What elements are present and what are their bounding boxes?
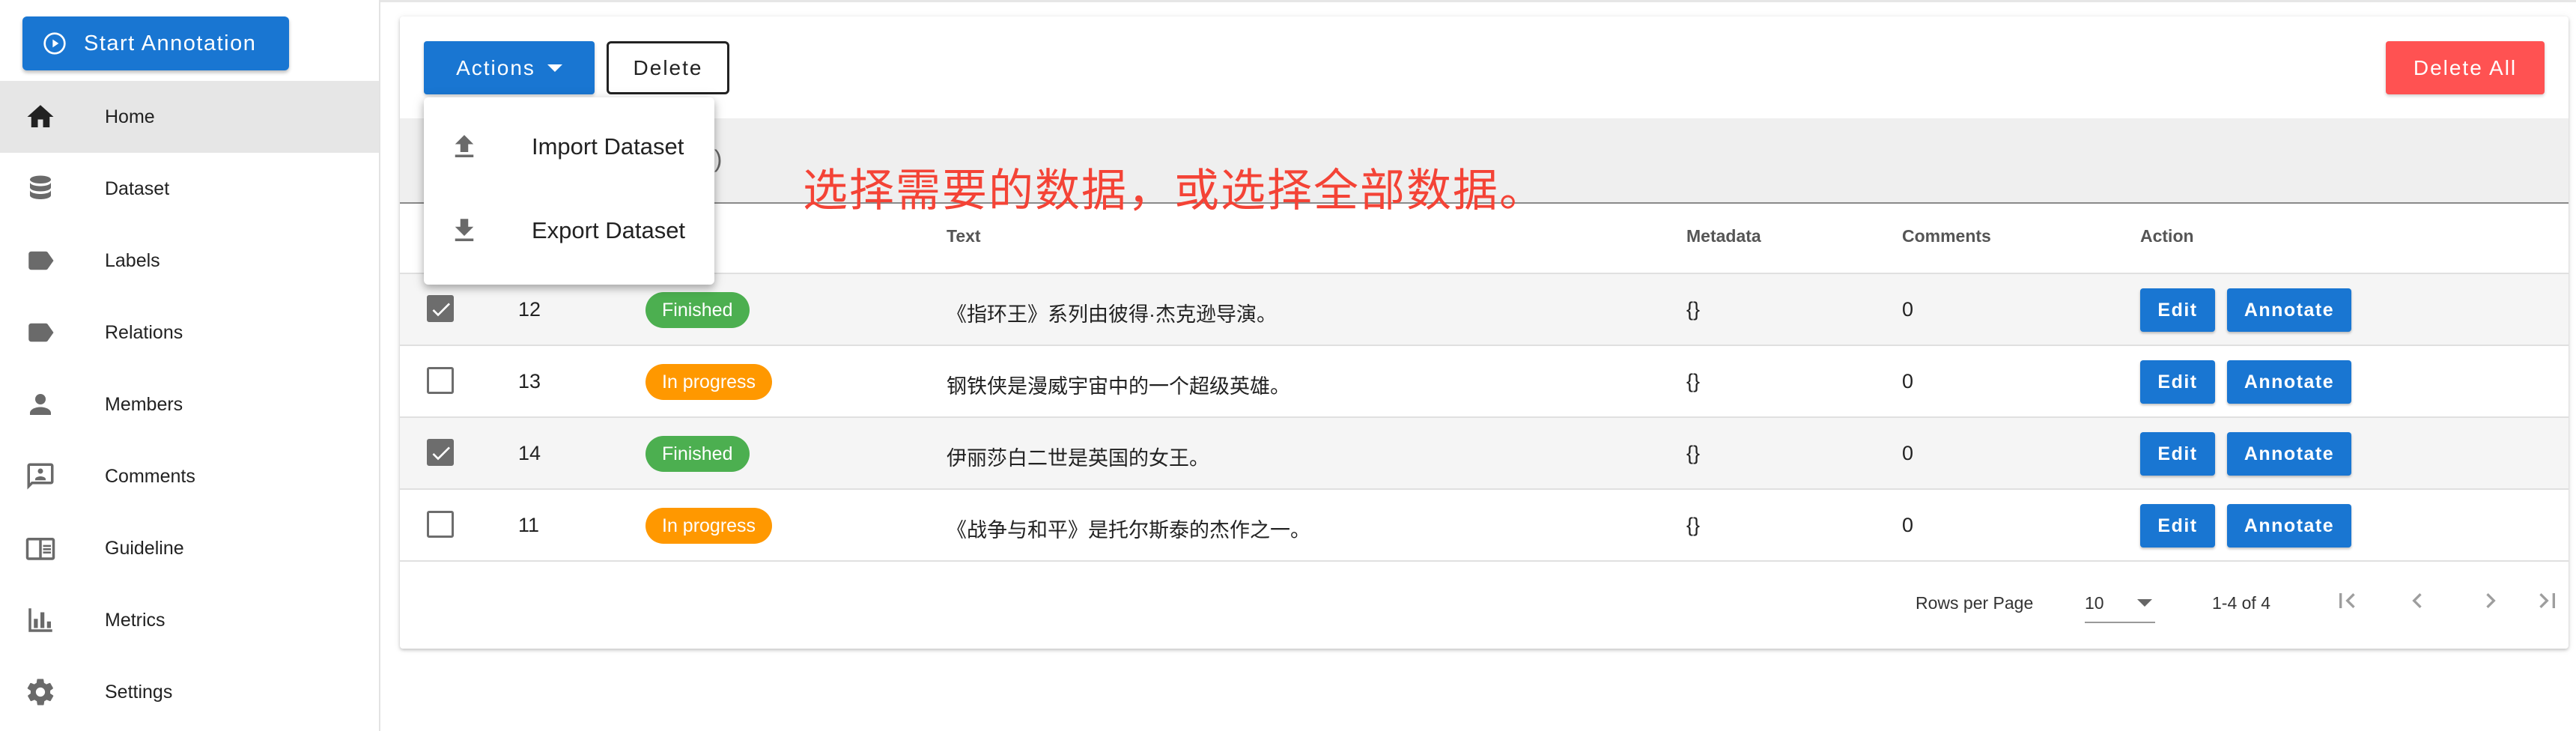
rows-per-page-value: 10 <box>2085 593 2104 613</box>
table-header: Text Metadata Comments Action <box>400 204 2569 274</box>
import-dataset-item[interactable]: Import Dataset <box>424 105 714 189</box>
book-icon <box>24 532 57 565</box>
sidebar-item-guideline[interactable]: Guideline <box>0 512 379 584</box>
row-id: 14 <box>518 442 541 464</box>
status-badge: Finished <box>645 436 750 472</box>
download-icon <box>448 214 481 247</box>
table-row[interactable]: 11 In progress 《战争与和平》是托尔斯泰的杰作之一。 {} 0 E… <box>400 490 2569 562</box>
previous-page-icon[interactable] <box>2401 584 2434 617</box>
annotate-button[interactable]: Annotate <box>2227 504 2351 548</box>
start-annotation-button[interactable]: Start Annotation <box>22 16 289 70</box>
sidebar: Start Annotation Home Dataset Labels Rel… <box>0 0 380 731</box>
row-comments: 0 <box>1902 442 1914 464</box>
sidebar-item-members[interactable]: Members <box>0 368 379 440</box>
row-comments: 0 <box>1902 370 1914 392</box>
sidebar-item-metrics[interactable]: Metrics <box>0 584 379 656</box>
sidebar-item-label: Guideline <box>105 537 184 559</box>
row-checkbox[interactable] <box>427 295 454 322</box>
row-id: 13 <box>518 370 541 392</box>
actions-button[interactable]: Actions <box>424 41 595 94</box>
actions-menu: Import Dataset Export Dataset <box>424 97 714 285</box>
edit-button[interactable]: Edit <box>2140 288 2215 332</box>
sidebar-item-comments[interactable]: Comments <box>0 440 379 512</box>
rows-per-page-select[interactable]: 10 <box>2085 584 2155 623</box>
table-row[interactable]: 13 In progress 钢铁侠是漫威宇宙中的一个超级英雄。 {} 0 Ed… <box>400 346 2569 418</box>
status-badge: Finished <box>645 292 750 328</box>
top-divider <box>0 0 2576 2</box>
person-icon <box>24 388 57 421</box>
row-text: 《指环王》系列由彼得·杰克逊导演。 <box>947 303 1277 326</box>
annotate-button[interactable]: Annotate <box>2227 288 2351 332</box>
edit-button[interactable]: Edit <box>2140 360 2215 404</box>
sidebar-item-label: Labels <box>105 249 160 271</box>
sidebar-item-label: Members <box>105 393 183 415</box>
first-page-icon[interactable] <box>2330 584 2363 617</box>
row-text: 伊丽莎白二世是英国的女王。 <box>947 447 1209 470</box>
sidebar-item-label: Dataset <box>105 178 170 199</box>
header-action: Action <box>2140 226 2194 246</box>
row-id: 12 <box>518 298 541 321</box>
bar-chart-icon <box>24 604 57 637</box>
caret-down-icon <box>2137 599 2152 607</box>
table-footer: Rows per Page 10 1-4 of 4 <box>400 562 2569 649</box>
sidebar-item-labels[interactable]: Labels <box>0 225 379 297</box>
row-checkbox[interactable] <box>427 511 454 538</box>
next-page-icon[interactable] <box>2474 584 2507 617</box>
sidebar-item-label: Comments <box>105 465 195 487</box>
import-dataset-label: Import Dataset <box>532 133 684 160</box>
sidebar-item-label: Metrics <box>105 609 165 631</box>
sidebar-item-label: Relations <box>105 321 183 343</box>
label-icon <box>24 244 57 277</box>
caret-down-icon <box>547 64 562 72</box>
delete-all-button[interactable]: Delete All <box>2386 41 2545 94</box>
status-badge: In progress <box>645 364 773 400</box>
row-metadata: {} <box>1686 370 1701 392</box>
sidebar-item-settings[interactable]: Settings <box>0 656 379 728</box>
last-page-icon[interactable] <box>2531 584 2564 617</box>
export-dataset-item[interactable]: Export Dataset <box>424 189 714 273</box>
gear-icon <box>24 676 57 709</box>
sidebar-item-label: Settings <box>105 681 173 703</box>
actions-label: Actions <box>456 55 535 79</box>
pagination-range: 1-4 of 4 <box>2212 593 2270 613</box>
header-comments[interactable]: Comments <box>1902 226 1991 246</box>
database-icon <box>24 172 57 205</box>
label-icon <box>24 316 57 349</box>
edit-button[interactable]: Edit <box>2140 504 2215 548</box>
annotate-button[interactable]: Annotate <box>2227 432 2351 476</box>
row-checkbox[interactable] <box>427 439 454 466</box>
edit-button[interactable]: Edit <box>2140 432 2215 476</box>
table-row[interactable]: 12 Finished 《指环王》系列由彼得·杰克逊导演。 {} 0 Edit … <box>400 274 2569 346</box>
start-annotation-label: Start Annotation <box>84 31 257 55</box>
sidebar-item-relations[interactable]: Relations <box>0 297 379 368</box>
sidebar-item-home[interactable]: Home <box>0 81 379 153</box>
status-badge: In progress <box>645 508 773 544</box>
delete-button[interactable]: Delete <box>607 41 729 94</box>
row-comments: 0 <box>1902 514 1914 536</box>
rows-per-page-label: Rows per Page <box>1916 593 2034 613</box>
export-dataset-label: Export Dataset <box>532 217 686 243</box>
sidebar-item-dataset[interactable]: Dataset <box>0 153 379 225</box>
upload-icon <box>448 130 481 163</box>
annotate-button[interactable]: Annotate <box>2227 360 2351 404</box>
row-text: 钢铁侠是漫威宇宙中的一个超级英雄。 <box>947 375 1290 398</box>
comment-icon <box>24 460 57 493</box>
table-row[interactable]: 14 Finished 伊丽莎白二世是英国的女王。 {} 0 Edit Anno… <box>400 418 2569 490</box>
row-checkbox[interactable] <box>427 367 454 394</box>
row-comments: 0 <box>1902 298 1914 321</box>
row-id: 11 <box>518 514 540 536</box>
sidebar-nav: Home Dataset Labels Relations Members Co… <box>0 81 379 728</box>
row-metadata: {} <box>1686 442 1701 464</box>
home-icon <box>24 100 57 133</box>
header-metadata[interactable]: Metadata <box>1686 226 1761 246</box>
header-text[interactable]: Text <box>947 226 981 246</box>
row-text: 《战争与和平》是托尔斯泰的杰作之一。 <box>947 519 1310 542</box>
row-metadata: {} <box>1686 514 1701 536</box>
sidebar-item-label: Home <box>105 106 155 127</box>
play-circle-icon <box>42 31 67 56</box>
row-metadata: {} <box>1686 298 1701 321</box>
